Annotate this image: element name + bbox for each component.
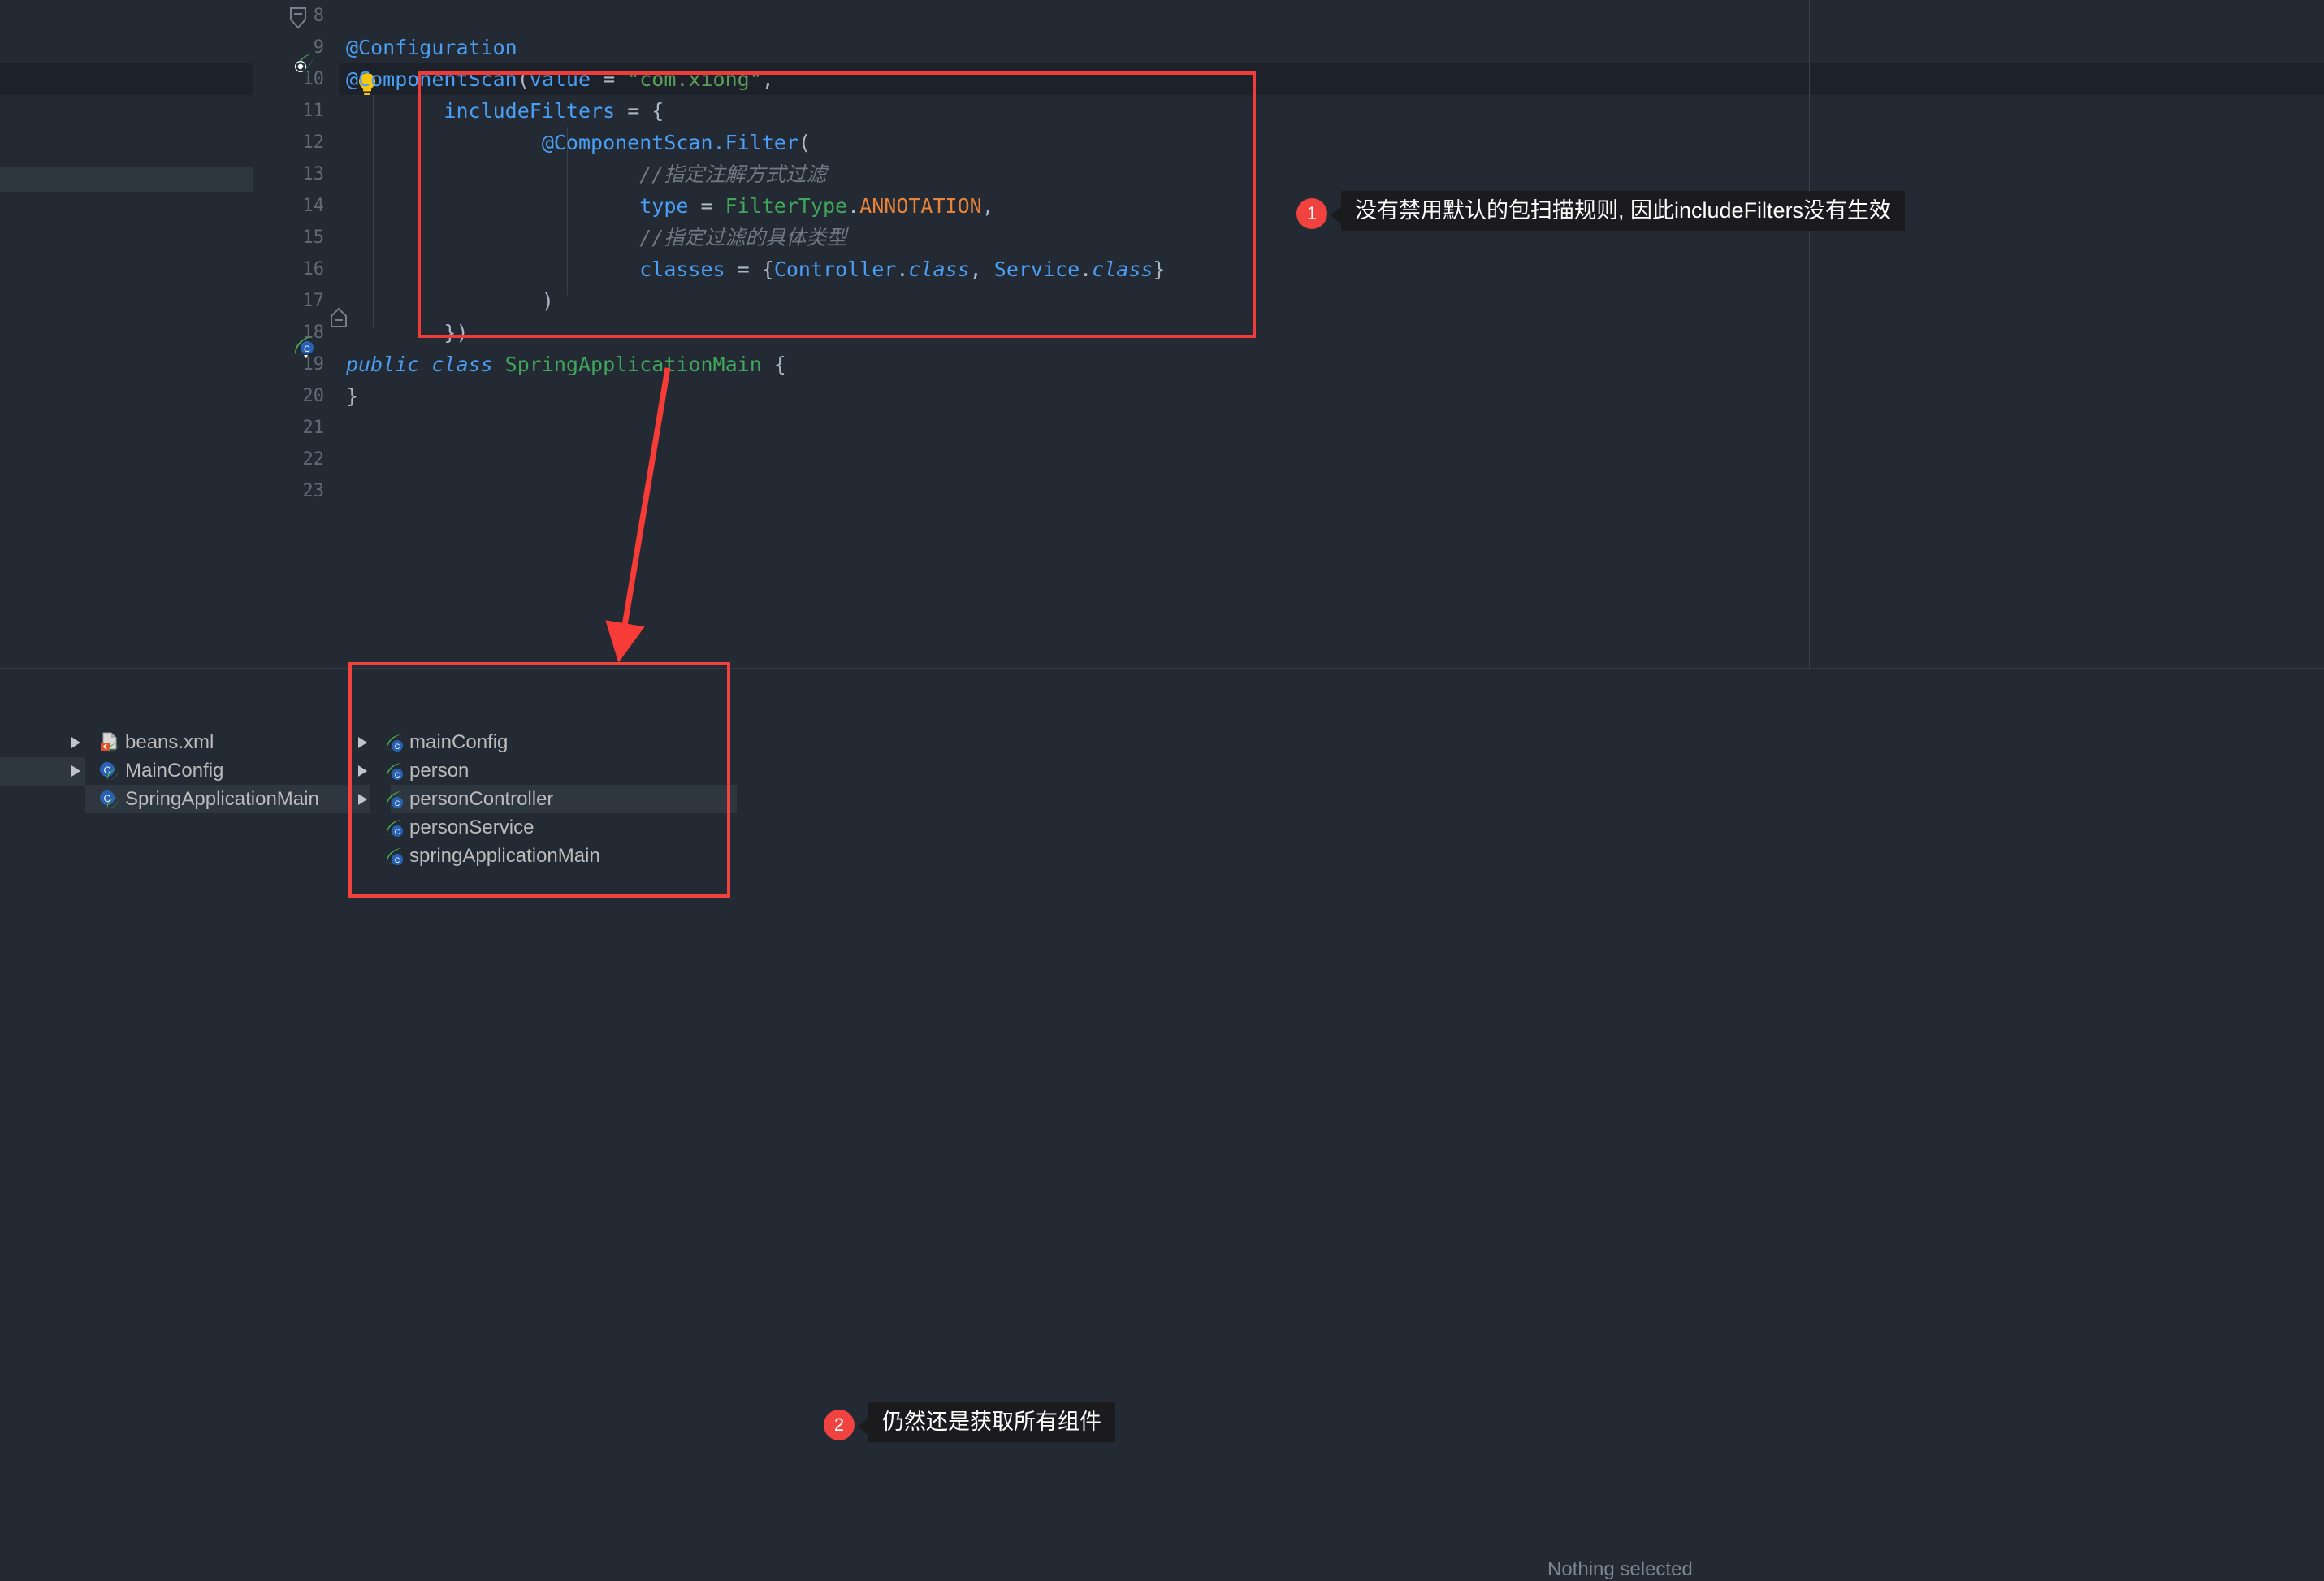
code-token: "com.xiong" xyxy=(627,67,762,91)
code-token: classes xyxy=(346,258,725,281)
svg-text:C: C xyxy=(395,828,400,836)
code-token: //指定过滤的具体类型 xyxy=(346,226,846,249)
code-token: value xyxy=(530,67,591,91)
code-token: ( xyxy=(517,67,530,91)
bean-detail-pane xyxy=(737,669,2324,1256)
callout-badge-2: 2 xyxy=(824,1410,855,1440)
code-line[interactable]: classes = {Controller.class, Service.cla… xyxy=(0,253,2324,285)
code-token: type xyxy=(346,194,688,218)
code-token: Service xyxy=(994,258,1080,281)
code-token: ANNOTATION xyxy=(859,194,982,218)
code-line[interactable]: @ComponentScan(value = "com.xiong", xyxy=(0,63,2324,95)
spring-class-icon: C xyxy=(99,760,120,782)
tree-row-label: mainConfig xyxy=(409,728,508,756)
svg-text:C: C xyxy=(395,856,400,864)
code-line[interactable]: ) xyxy=(0,285,2324,317)
tree-row-label: person xyxy=(409,756,469,785)
annotation-arrow xyxy=(569,341,780,666)
code-token: @Configuration xyxy=(346,36,517,59)
callout-tail-2 xyxy=(858,1418,868,1436)
expand-triangle-icon[interactable] xyxy=(358,737,367,748)
code-token: = { xyxy=(615,99,664,123)
expand-triangle-icon[interactable] xyxy=(71,737,80,748)
expand-triangle-icon[interactable] xyxy=(71,765,80,777)
code-token: . xyxy=(1080,258,1092,281)
expand-triangle-icon[interactable] xyxy=(358,794,367,805)
code-token: = xyxy=(591,67,627,91)
code-editor[interactable]: 891011121314151617181920212223 C xyxy=(0,0,2324,668)
expand-triangle-icon[interactable] xyxy=(358,765,367,777)
code-line[interactable]: }) xyxy=(0,317,2324,349)
callout-tail-1 xyxy=(1331,206,1341,224)
code-token: @ComponentScan xyxy=(346,67,517,91)
nothing-selected-label: Nothing selected xyxy=(1547,1558,1693,1581)
code-line[interactable]: //指定过滤的具体类型 xyxy=(0,222,2324,253)
code-token: ) xyxy=(346,289,554,313)
code-token: public class xyxy=(346,353,505,376)
code-token: includeFilters xyxy=(346,99,615,123)
code-token: , xyxy=(762,67,774,91)
code-line[interactable]: } xyxy=(0,380,2324,412)
spring-bean-icon: C xyxy=(383,760,405,782)
code-lines[interactable]: @Configuration@ComponentScan(value = "co… xyxy=(0,0,2324,668)
xml-spring-file-icon xyxy=(99,732,120,753)
code-token: ( xyxy=(798,131,811,154)
code-token: = xyxy=(688,194,725,218)
code-token: //指定注解方式过滤 xyxy=(346,162,826,186)
code-line[interactable] xyxy=(0,444,2324,475)
tree-row-label: beans.xml xyxy=(125,728,214,756)
code-line[interactable]: includeFilters = { xyxy=(0,95,2324,127)
code-token: , xyxy=(982,194,994,218)
svg-text:C: C xyxy=(104,765,111,776)
svg-text:C: C xyxy=(104,793,111,804)
code-line[interactable] xyxy=(0,0,2324,32)
code-token: . xyxy=(847,194,859,218)
spring-bean-icon: C xyxy=(383,817,405,838)
svg-text:C: C xyxy=(395,771,400,779)
code-token: } xyxy=(1153,258,1165,281)
svg-text:C: C xyxy=(395,799,400,808)
tree-row-label: personService xyxy=(409,813,534,842)
callout-tooltip-2: 仍然还是获取所有组件 xyxy=(868,1402,1115,1442)
code-token: } xyxy=(346,384,358,408)
code-line[interactable]: public class SpringApplicationMain { xyxy=(0,349,2324,380)
spring-class-icon: C xyxy=(99,789,120,810)
code-token: class xyxy=(1092,258,1153,281)
code-line[interactable]: @ComponentScan.Filter( xyxy=(0,127,2324,158)
code-token: class xyxy=(908,258,969,281)
code-token: FilterType xyxy=(725,194,848,218)
code-line[interactable] xyxy=(0,412,2324,444)
code-token: Controller xyxy=(774,258,897,281)
editor-right-divider xyxy=(1809,0,1810,668)
spring-beans-tool-window[interactable]: beans.xml C MainConfig C SpringApplicationMa… xyxy=(0,668,2324,1256)
svg-text:C: C xyxy=(395,743,400,751)
code-token: }) xyxy=(346,321,469,344)
tree-row-label: springApplicationMain xyxy=(409,842,600,870)
code-line[interactable]: //指定注解方式过滤 xyxy=(0,158,2324,190)
callout-tooltip-1: 没有禁用默认的包扫描规则, 因此includeFilters没有生效 xyxy=(1341,191,1905,231)
code-token: = { xyxy=(725,258,774,281)
code-line[interactable]: type = FilterType.ANNOTATION, xyxy=(0,190,2324,222)
code-token: . xyxy=(896,258,908,281)
code-token: @ComponentScan.Filter xyxy=(346,131,798,154)
tree-row-label: SpringApplicationMain xyxy=(125,785,319,813)
spring-bean-icon: C xyxy=(383,732,405,753)
spring-bean-icon: C xyxy=(383,846,405,867)
callout-badge-1: 1 xyxy=(1296,198,1327,229)
code-line[interactable]: @Configuration xyxy=(0,32,2324,63)
tree-splitter[interactable] xyxy=(370,669,391,1256)
code-line[interactable] xyxy=(0,475,2324,507)
tree-row-label: personController xyxy=(409,785,553,813)
spring-bean-icon: C xyxy=(383,789,405,810)
tree-row-label: MainConfig xyxy=(125,756,223,785)
code-token: , xyxy=(970,258,994,281)
